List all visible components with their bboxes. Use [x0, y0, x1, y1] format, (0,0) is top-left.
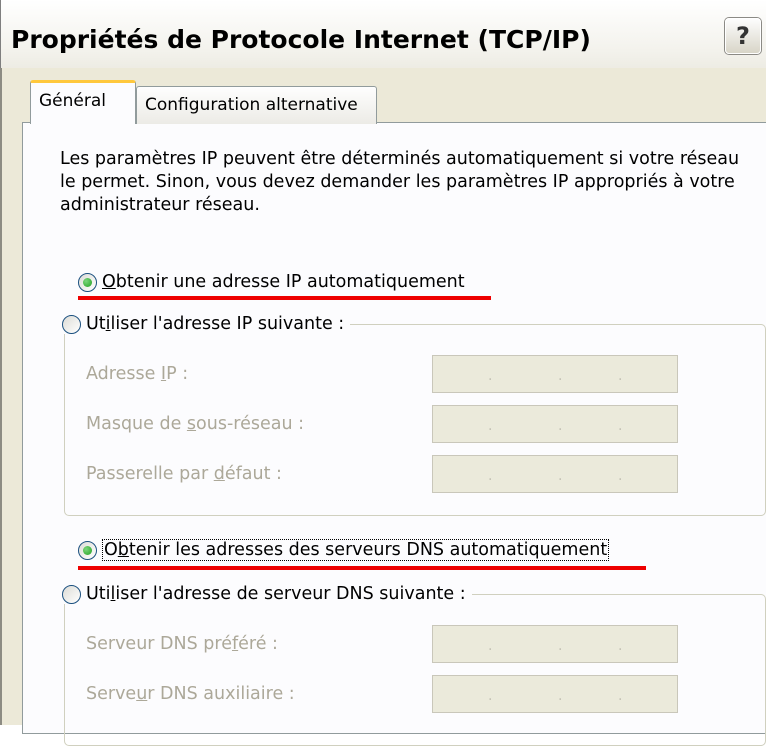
highlight-underline-dns [78, 566, 646, 570]
label-alternate-dns: Serveur DNS auxiliaire : [86, 684, 295, 704]
help-button[interactable]: ? [725, 18, 761, 54]
label-part: Uti [86, 584, 111, 604]
radio-dns-auto[interactable] [78, 540, 97, 560]
ip-dot: . [558, 468, 563, 484]
label-preferred-dns: Serveur DNS préféré : [86, 634, 278, 654]
mnemonic: u [136, 684, 148, 704]
ip-dot: . [488, 638, 493, 654]
ip-dot: . [488, 418, 493, 434]
label-part: éfaut : [224, 464, 282, 484]
tab-alternate-configuration[interactable]: Configuration alternative [136, 86, 377, 124]
label-part: Serve [86, 684, 137, 704]
radio-dns-manual-row[interactable]: Utiliser l'adresse de serveur DNS suivan… [60, 584, 472, 604]
highlight-underline-ip [78, 296, 491, 300]
default-gateway-input[interactable]: ... [432, 455, 678, 493]
mnemonic-o: O [102, 272, 116, 292]
radio-ip-manual-label: Utiliser l'adresse IP suivante : [86, 314, 344, 334]
radio-ip-auto-label-rest: btenir une adresse IP automatiquement [115, 272, 465, 292]
label-default-gateway: Passerelle par défaut : [86, 464, 282, 484]
label-part: Serveur DNS pré [86, 634, 232, 654]
label-part: Masque de [86, 414, 187, 434]
radio-ip-auto[interactable] [78, 272, 97, 292]
ip-address-input[interactable]: ... [432, 355, 678, 393]
ip-dot: . [488, 368, 493, 384]
ip-dot: . [558, 638, 563, 654]
label-part: liser l'adresse IP suivante : [110, 314, 345, 334]
tab-general[interactable]: Général [30, 80, 136, 124]
label-ip-address: Adresse IP : [86, 364, 188, 384]
subnet-mask-input[interactable]: ... [432, 405, 678, 443]
label-part: Passerelle par [86, 464, 214, 484]
mnemonic-b: b [117, 540, 129, 560]
alternate-dns-input[interactable]: ... [432, 675, 678, 713]
ip-dot: . [618, 368, 623, 384]
label-part: r DNS auxiliaire : [147, 684, 295, 704]
label-part: Ut [86, 314, 106, 334]
ip-dot: . [618, 688, 623, 704]
radio-dns-auto-row[interactable]: Obtenir les adresses des serveurs DNS au… [78, 539, 610, 561]
description-text: Les paramètres IP peuvent être déterminé… [60, 149, 740, 215]
radio-ip-manual[interactable] [62, 314, 81, 334]
mnemonic: s [186, 414, 197, 434]
label-part: tenir les adresses des serveurs DNS auto… [128, 540, 608, 560]
ip-dot: . [488, 688, 493, 704]
label-part: éré : [238, 634, 278, 654]
radio-dns-manual[interactable] [62, 584, 81, 604]
label-part: ous-réseau : [196, 414, 305, 434]
ip-dot: . [618, 638, 623, 654]
groupbox-dns-manual [64, 594, 766, 746]
ip-dot: . [558, 368, 563, 384]
label-part: iser l'adresse de serveur DNS suivante : [115, 584, 466, 604]
window-title: Propriétés de Protocole Internet (TCP/IP… [11, 25, 591, 54]
preferred-dns-input[interactable]: ... [432, 625, 678, 663]
label-subnet-mask: Masque de sous-réseau : [86, 414, 304, 434]
label-part: P : [166, 364, 189, 384]
ip-dot: . [488, 468, 493, 484]
ip-dot: . [618, 468, 623, 484]
label-part: Adresse [86, 364, 161, 384]
radio-ip-auto-label: Obtenir une adresse IP automatiquement [102, 272, 465, 292]
mnemonic: d [213, 464, 225, 484]
ip-dot: . [618, 418, 623, 434]
label-part: O [104, 540, 118, 560]
radio-dns-manual-label: Utiliser l'adresse de serveur DNS suivan… [86, 584, 466, 604]
radio-dns-auto-label: Obtenir les adresses des serveurs DNS au… [102, 539, 610, 561]
radio-ip-auto-row[interactable]: Obtenir une adresse IP automatiquement [78, 272, 465, 292]
ip-dot: . [558, 688, 563, 704]
ip-dot: . [558, 418, 563, 434]
radio-ip-manual-row[interactable]: Utiliser l'adresse IP suivante : [60, 314, 351, 334]
